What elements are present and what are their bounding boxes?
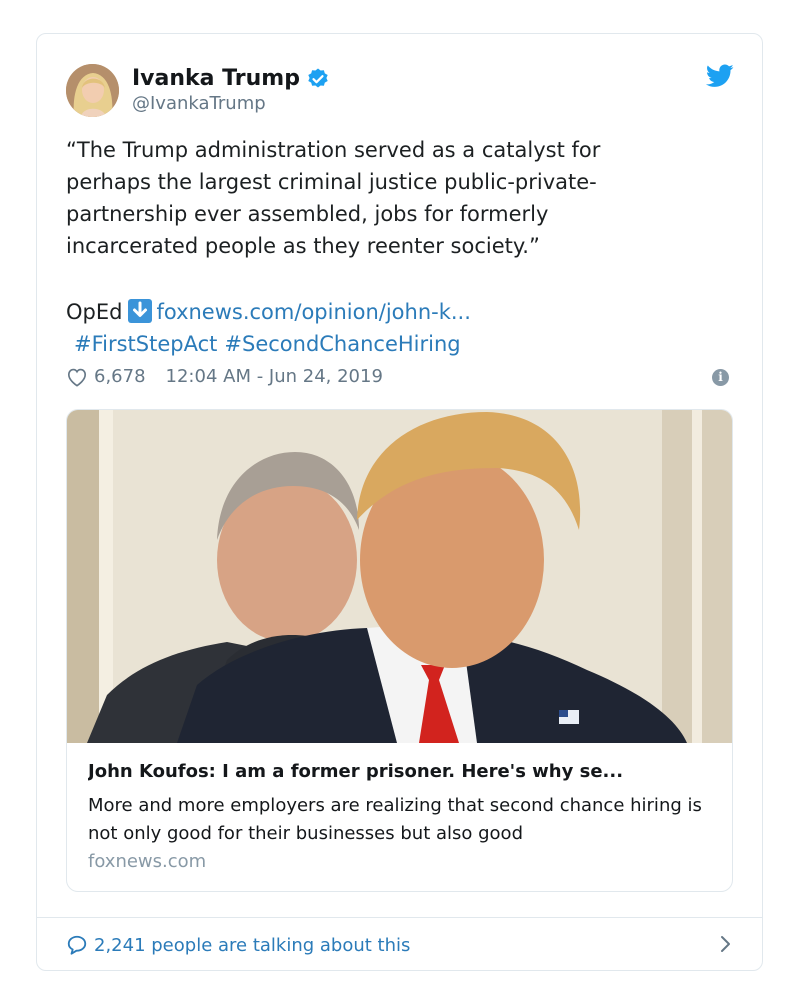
tweet-meta: 6,678 12:04 AM - Jun 24, 2019 (66, 366, 383, 387)
author-row: Ivanka Trump (132, 66, 330, 91)
avatar[interactable] (66, 64, 119, 117)
card-title[interactable]: John Koufos: I am a former prisoner. Her… (88, 761, 713, 782)
card-domain: foxnews.com (88, 851, 207, 872)
hashtag-secondchancehiring[interactable]: #SecondChanceHiring (224, 332, 460, 356)
tweet-text: “The Trump administration served as a ca… (66, 138, 601, 258)
info-icon[interactable]: i (712, 369, 729, 386)
author-handle[interactable]: @IvankaTrump (132, 93, 266, 114)
link-prefix: OpEd (66, 300, 123, 324)
talking-count-text[interactable]: 2,241 people are talking about this (94, 935, 410, 956)
tweet-card: Ivanka Trump @IvankaTrump “The Trump adm… (36, 33, 763, 971)
article-link[interactable]: foxnews.com/opinion/john-k... (156, 300, 470, 324)
hashtag-firststepact[interactable]: #FirstStepAct (74, 332, 217, 356)
author-name[interactable]: Ivanka Trump (132, 66, 300, 91)
tweet-timestamp[interactable]: 12:04 AM - Jun 24, 2019 (166, 366, 383, 387)
article-image (67, 410, 732, 743)
chevron-right-icon[interactable] (719, 934, 733, 954)
link-preview-card[interactable]: John Koufos: I am a former prisoner. Her… (66, 409, 733, 892)
twitter-bird-icon[interactable] (706, 64, 734, 88)
hashtags: #FirstStepAct #SecondChanceHiring (74, 328, 468, 360)
conversation-link[interactable]: 2,241 people are talking about this (66, 931, 733, 959)
divider (37, 917, 762, 918)
avatar-image (66, 64, 119, 117)
like-count[interactable]: 6,678 (94, 366, 146, 387)
link-row: OpEd foxnews.com/opinion/john-k... (66, 296, 471, 328)
verified-badge-icon (308, 68, 328, 87)
speech-bubble-icon (67, 935, 87, 955)
card-description: More and more employers are realizing th… (88, 795, 702, 844)
heart-icon[interactable] (66, 367, 88, 387)
download-arrow-icon (128, 299, 153, 323)
